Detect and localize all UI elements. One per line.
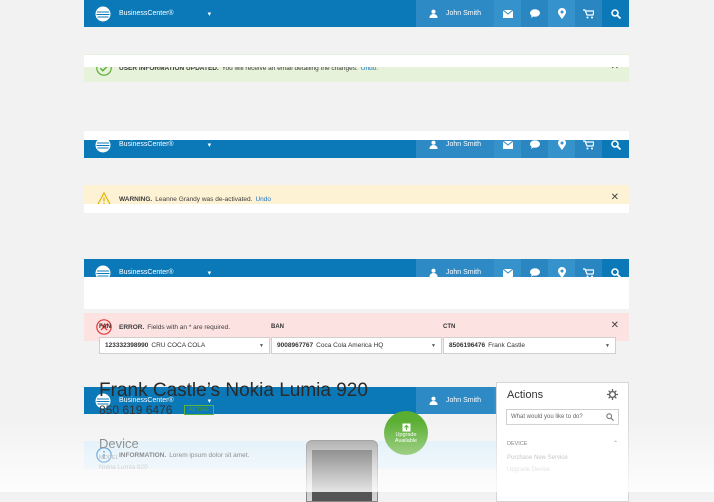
actions-search-input[interactable]: What would you like to do? [506, 409, 619, 425]
user-name: John Smith [445, 269, 482, 276]
mail-icon [502, 140, 513, 149]
search-placeholder: What would you like to do? [511, 414, 583, 420]
fan-label: FAN [99, 324, 111, 330]
content-spacer [84, 131, 629, 140]
alert-text: Leanne Grandy was de-activated. [155, 195, 253, 203]
brand-dropdown-icon[interactable]: ▾ [208, 269, 212, 277]
user-name: John Smith [445, 141, 482, 148]
content-spacer [84, 55, 629, 67]
cart-icon [583, 8, 594, 18]
search-icon [610, 267, 621, 278]
status-badge: ACTIVE [184, 405, 214, 415]
top-nav-bar: BusinessCenter® ▾ John Smith [84, 0, 629, 27]
user-menu[interactable]: John Smith [416, 387, 494, 414]
gear-icon[interactable] [607, 389, 618, 400]
chat-icon [529, 268, 540, 277]
brand-label[interactable]: BusinessCenter® [119, 141, 174, 148]
fan-number: 123332398990 [105, 342, 149, 349]
alert-text: Lorem ipsum dolor sit amet. [169, 451, 250, 459]
model-label: MODEL [99, 455, 119, 461]
ban-label: BAN [271, 324, 284, 330]
user-icon [429, 9, 438, 18]
model-value: Nokia Lumia 920 [99, 464, 148, 471]
brand-dropdown-icon[interactable]: ▾ [208, 141, 212, 149]
mail-button[interactable] [494, 0, 521, 27]
alert-title: ERROR. [119, 323, 145, 331]
action-item[interactable]: Upgrade Device [507, 467, 550, 473]
chevron-up-icon[interactable]: ⌃ [613, 440, 618, 447]
cart-icon [583, 267, 594, 277]
chevron-down-icon: ▼ [259, 343, 264, 349]
content-spacer [84, 204, 629, 213]
close-icon[interactable]: ✕ [611, 193, 619, 203]
brand-label[interactable]: BusinessCenter® [119, 10, 174, 17]
ctn-select[interactable]: 8506196476 Frank Castle ▼ [443, 337, 616, 354]
actions-panel: Actions What would you like to do? DEVIC… [496, 382, 629, 502]
mail-icon [502, 9, 513, 18]
undo-link[interactable]: Undo [255, 196, 271, 203]
search-icon [610, 139, 621, 150]
mail-icon [502, 268, 513, 277]
chat-icon [529, 9, 540, 18]
search-icon [606, 413, 614, 421]
user-name: John Smith [445, 10, 482, 17]
ban-number: 9008967767 [277, 342, 314, 349]
ctn-name: Frank Castle [488, 342, 526, 349]
content-spacer [84, 277, 629, 309]
chevron-down-icon: ▼ [431, 343, 436, 349]
alert-text: Fields with an * are required. [147, 323, 231, 331]
upgrade-line2: Available [394, 437, 418, 444]
ban-select[interactable]: 9008967767 Coca Cola America HQ ▼ [271, 337, 442, 354]
close-icon[interactable]: ✕ [611, 321, 619, 331]
phone-number: 850 619 6476 [99, 403, 173, 417]
alert-title: WARNING. [119, 195, 153, 203]
device-image [306, 440, 378, 502]
location-icon [557, 8, 566, 19]
cart-button[interactable] [575, 0, 602, 27]
fan-select[interactable]: 123332398990 CRU COCA COLA ▼ [99, 337, 270, 354]
upgrade-available-button[interactable]: Upgrade Available [384, 411, 428, 455]
upgrade-icon [402, 423, 410, 431]
user-icon [429, 140, 438, 149]
location-button[interactable] [548, 0, 575, 27]
action-item[interactable]: Purchase New Service [507, 455, 568, 461]
chat-icon [529, 140, 540, 149]
user-name: John Smith [445, 397, 482, 404]
fan-name: CRU COCA COLA [151, 342, 206, 349]
ban-name: Coca Cola America HQ [316, 342, 384, 349]
search-button[interactable] [602, 0, 629, 27]
page-title: Frank Castle’s Nokia Lumia 920 [99, 380, 368, 401]
ctn-label: CTN [443, 324, 456, 330]
cart-icon [583, 139, 594, 149]
alert-title: INFORMATION. [119, 451, 167, 459]
ctn-number: 8506196476 [449, 342, 486, 349]
search-icon [610, 8, 621, 19]
brand-label[interactable]: BusinessCenter® [119, 269, 174, 276]
chat-button[interactable] [521, 0, 548, 27]
att-logo-icon[interactable] [95, 6, 111, 22]
actions-section-device[interactable]: DEVICE [507, 441, 527, 447]
brand-dropdown-icon[interactable]: ▾ [208, 10, 212, 18]
user-menu[interactable]: John Smith [416, 0, 494, 27]
user-icon [429, 268, 438, 277]
chevron-down-icon: ▼ [605, 343, 610, 349]
location-icon [557, 139, 566, 150]
device-section-title: Device [99, 436, 139, 451]
user-icon [429, 396, 438, 405]
actions-title: Actions [507, 389, 544, 401]
